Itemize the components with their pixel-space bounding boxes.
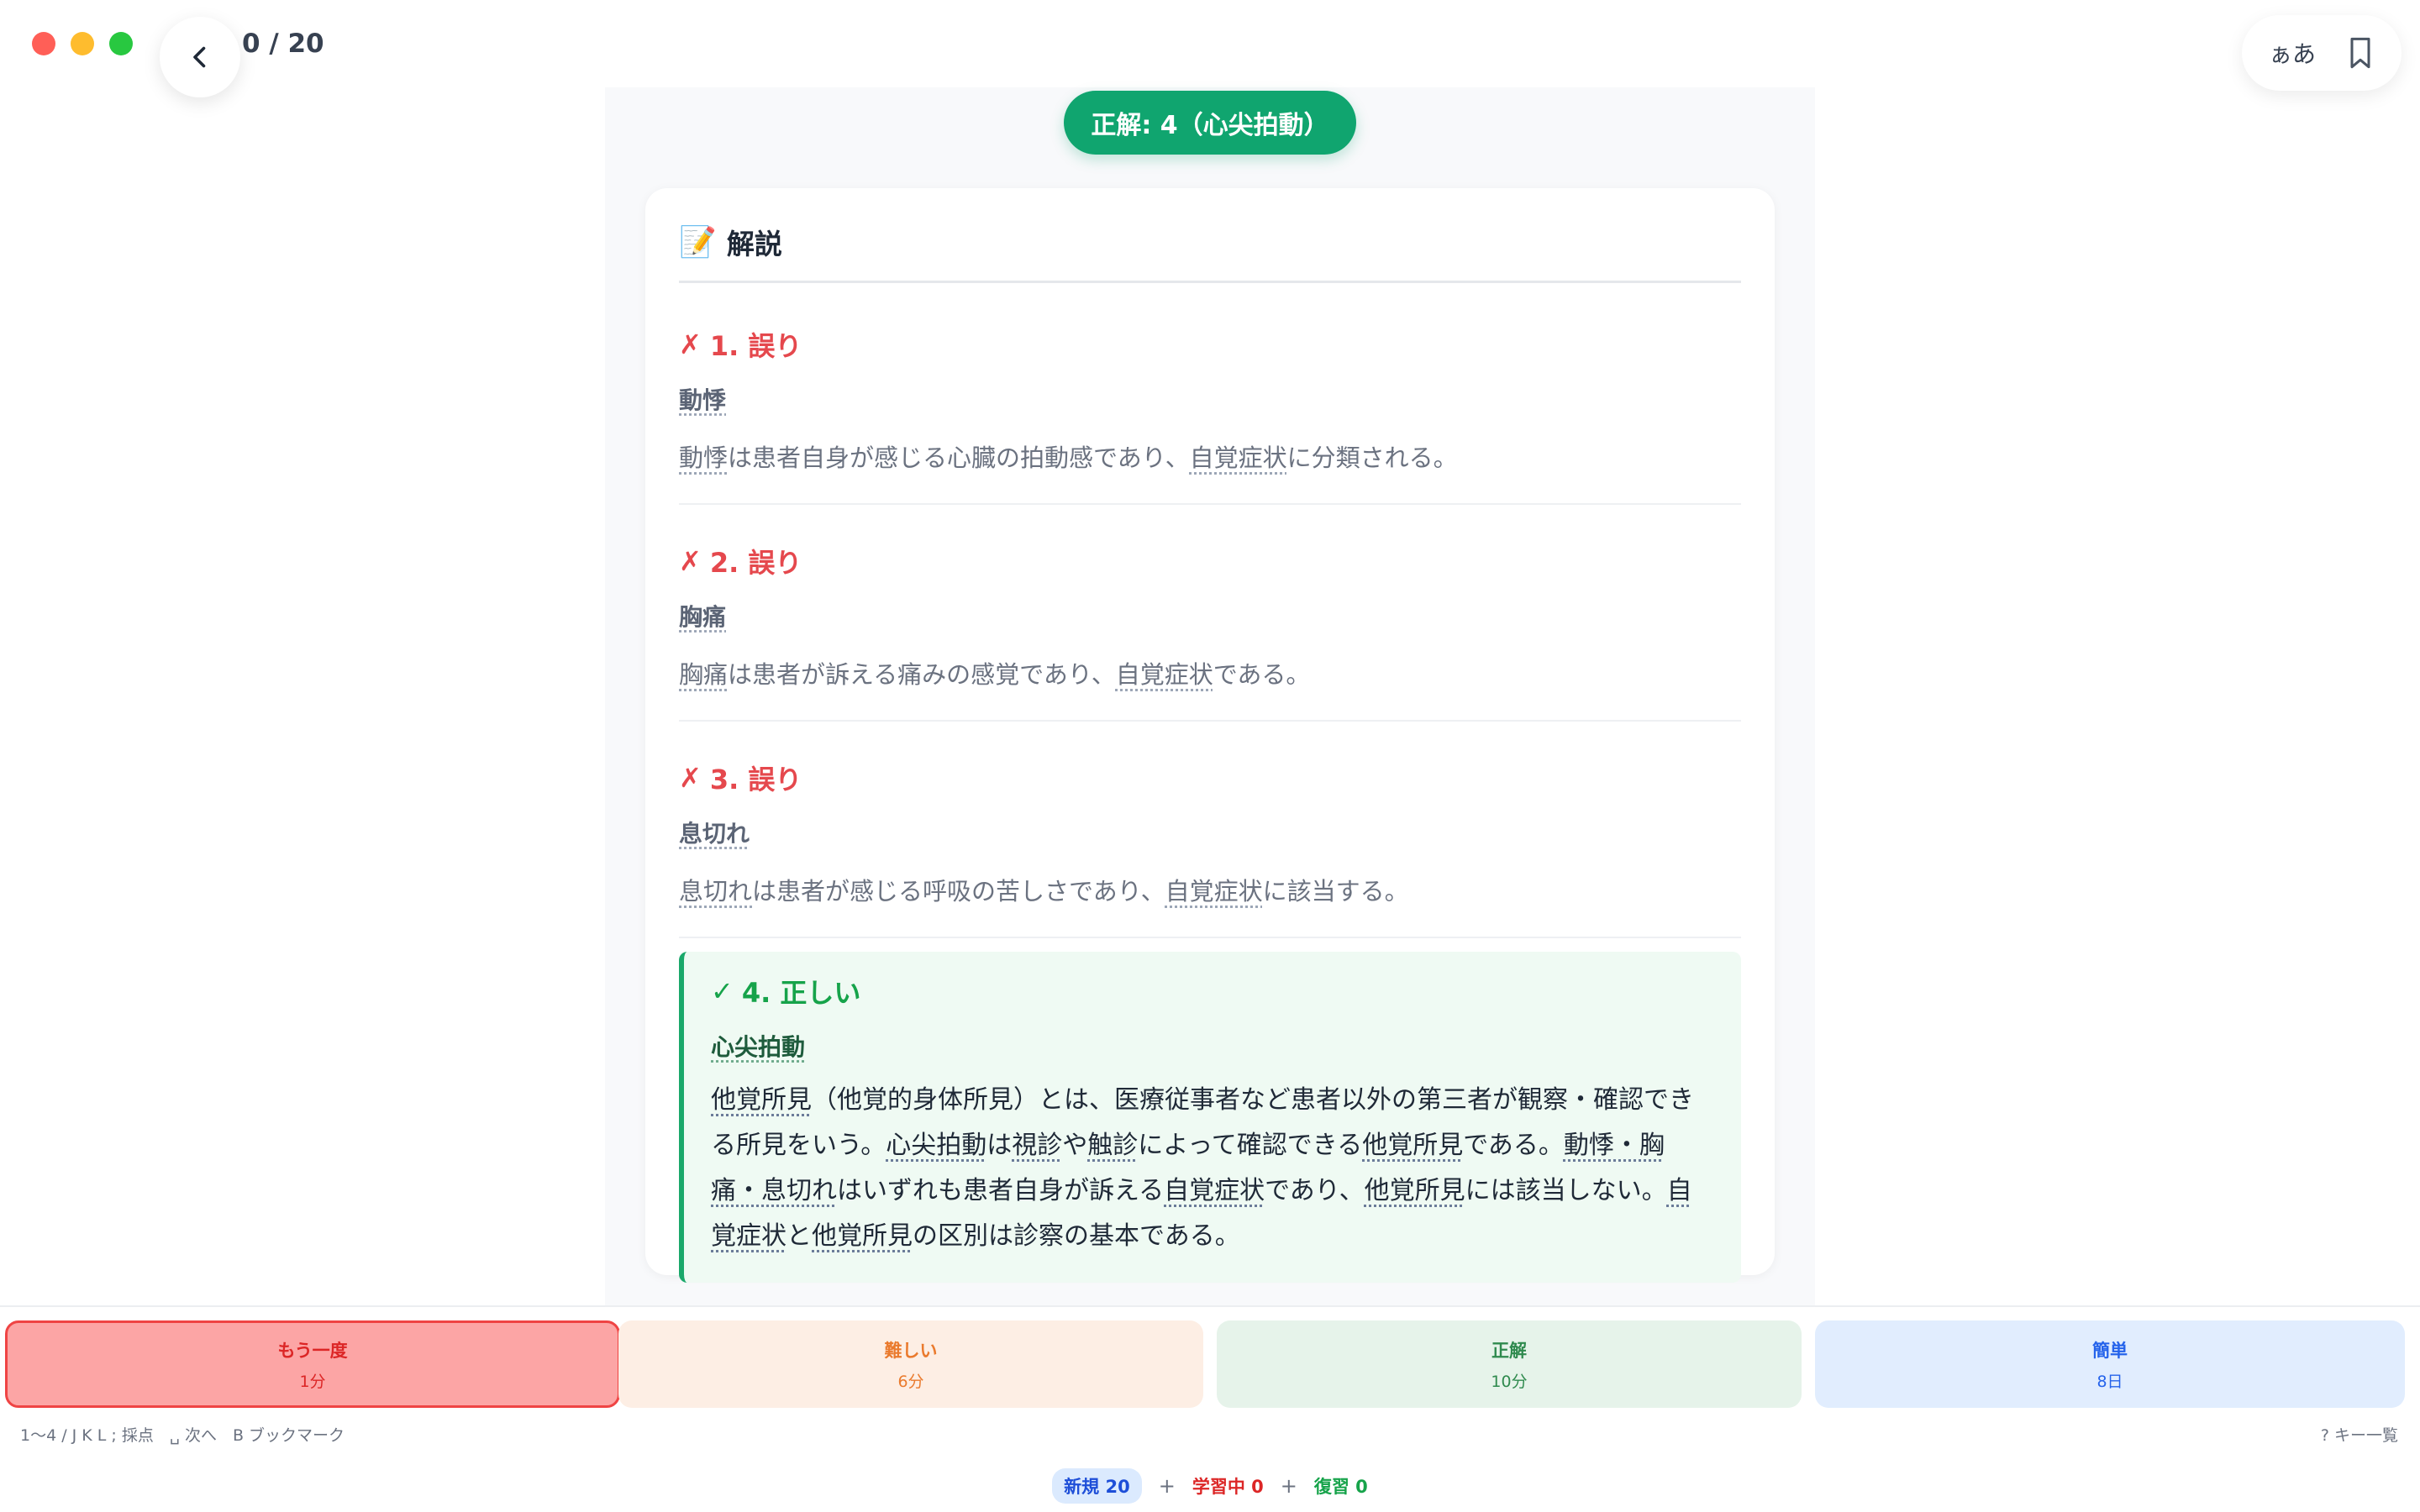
close-window-button[interactable] — [32, 32, 55, 55]
plus-separator: + — [1158, 1474, 1176, 1498]
rate-hard-label: 難しい — [884, 1340, 938, 1361]
option-label: 3. 誤り — [709, 764, 802, 795]
glossary-term-link[interactable]: 触診 — [1087, 1131, 1138, 1160]
glossary-term-link[interactable]: 心尖拍動 — [886, 1131, 986, 1160]
progress-counter: 0 / 20 — [242, 29, 324, 59]
description-text: の区別は診察の基本である。 — [913, 1221, 1240, 1251]
option-term[interactable]: 胸痛 — [679, 599, 1741, 633]
cross-icon: ✗ — [679, 545, 702, 577]
rate-good-button[interactable]: 正解 10分 — [1217, 1320, 1802, 1408]
option-label: 2. 誤り — [709, 547, 802, 579]
back-button[interactable] — [160, 17, 240, 97]
glossary-term-link[interactable]: 息切れ — [679, 877, 752, 906]
correct-option: ✓ 4. 正しい 心尖拍動 他覚所見（他覚的身体所見）とは、医療従事者など患者以… — [679, 952, 1741, 1283]
description-text: に分類される。 — [1286, 444, 1458, 472]
glossary-term-link[interactable]: 自覚症状 — [1164, 1176, 1265, 1205]
option-header: ✗ 3. 誤り — [679, 759, 1741, 797]
rate-easy-interval: 8日 — [2096, 1372, 2123, 1391]
description-text: は患者自身が感じる心臓の拍動感であり、 — [728, 444, 1190, 472]
description-text: によって確認できる — [1138, 1131, 1363, 1160]
explanation-header: 📝 解説 — [679, 222, 1741, 283]
correct-option-term: 心尖拍動 — [711, 1033, 806, 1061]
option-description: 胸痛は患者が訴える痛みの感覚であり、自覚症状である。 — [679, 656, 1741, 693]
rate-again-button[interactable]: もう一度 1分 — [5, 1320, 620, 1408]
option-header: ✗ 2. 誤り — [679, 542, 1741, 580]
font-toggle-button[interactable]: ぁあ — [2269, 36, 2316, 70]
rate-hard-interval: 6分 — [897, 1372, 924, 1391]
glossary-term-link[interactable]: 他覚所見 — [1362, 1131, 1463, 1160]
option-list: ✗ 1. 誤り 動悸 動悸は患者自身が感じる心臓の拍動感であり、自覚症状に分類される。… — [679, 283, 1741, 938]
card-counts: 新規 20 + 学習中 0 + 復習 0 — [0, 1468, 2420, 1504]
description-text: は患者が訴える痛みの感覚であり、 — [728, 660, 1116, 689]
option-1: ✗ 1. 誤り 動悸 動悸は患者自身が感じる心臓の拍動感であり、自覚症状に分類される。 — [679, 283, 1741, 505]
glossary-term-link[interactable]: 自覚症状 — [1116, 660, 1213, 689]
cross-icon: ✗ — [679, 762, 702, 794]
option-2: ✗ 2. 誤り 胸痛 胸痛は患者が訴える痛みの感覚であり、自覚症状である。 — [679, 505, 1741, 722]
rate-easy-label: 簡単 — [2092, 1340, 2128, 1361]
rate-easy-button[interactable]: 簡単 8日 — [1815, 1320, 2405, 1408]
glossary-term-link[interactable]: 視診 — [1012, 1131, 1062, 1160]
correct-answer-badge: 正解: 4（心尖拍動） — [1064, 91, 1356, 155]
glossary-term-link[interactable]: 動悸 — [679, 444, 728, 472]
description-text: である。 — [1213, 660, 1311, 689]
rating-bar: もう一度 1分 難しい 6分 正解 10分 簡単 8日 — [5, 1320, 2415, 1408]
window-controls — [32, 32, 133, 55]
glossary-term-link[interactable]: 自覚症状 — [1165, 877, 1263, 906]
bottom-divider — [0, 1305, 2420, 1307]
description-text: や — [1062, 1131, 1088, 1160]
minimize-window-button[interactable] — [71, 32, 94, 55]
plus-separator: + — [1280, 1474, 1297, 1498]
check-icon: ✓ — [711, 975, 734, 1007]
description-text: と — [786, 1221, 812, 1251]
memo-icon: 📝 — [679, 225, 717, 260]
option-description: 動悸は患者自身が感じる心臓の拍動感であり、自覚症状に分類される。 — [679, 439, 1741, 476]
top-right-controls: ぁあ — [2242, 15, 2402, 91]
glossary-term-link[interactable]: 他覚所見 — [812, 1221, 913, 1251]
explanation-title: 解説 — [726, 228, 782, 260]
maximize-window-button[interactable] — [109, 32, 133, 55]
explanation-card: 📝 解説 ✗ 1. 誤り 動悸 動悸は患者自身が感じる心臓の拍動感であり、自覚症状に分… — [645, 188, 1775, 1283]
new-count: 新規 20 — [1052, 1468, 1142, 1504]
option-3: ✗ 3. 誤り 息切れ 息切れは患者が感じる呼吸の苦しさであり、自覚症状に該当する。 — [679, 722, 1741, 938]
glossary-term-link[interactable]: 自覚症状 — [1190, 444, 1287, 472]
description-text: は — [986, 1131, 1013, 1160]
glossary-term-link[interactable]: 他覚所見 — [1365, 1176, 1465, 1205]
review-count: 復習 0 — [1313, 1477, 1368, 1497]
option-label: 1. 誤り — [709, 330, 802, 362]
bookmark-icon — [2350, 37, 2370, 69]
description-text: であり、 — [1265, 1176, 1365, 1205]
rate-again-label: もう一度 — [277, 1340, 348, 1361]
learning-count: 学習中 0 — [1192, 1477, 1264, 1497]
bookmark-button[interactable] — [2346, 36, 2375, 70]
chevron-left-icon — [193, 46, 206, 68]
description-text: である。 — [1463, 1131, 1564, 1160]
cross-icon: ✗ — [679, 328, 702, 360]
key-list-link[interactable]: ? キー一覧 — [2321, 1423, 2398, 1446]
glossary-term-link[interactable]: 胸痛 — [679, 660, 728, 689]
option-description: 息切れは患者が感じる呼吸の苦しさであり、自覚症状に該当する。 — [679, 873, 1741, 910]
correct-option-header: ✓ 4. 正しい — [711, 972, 1711, 1011]
rate-again-interval: 1分 — [299, 1372, 326, 1391]
correct-option-description: 他覚所見（他覚的身体所見）とは、医療従事者など患者以外の第三者が観察・確認できる… — [711, 1078, 1711, 1259]
description-text: には該当しない。 — [1465, 1176, 1667, 1205]
description-text: に該当する。 — [1262, 877, 1409, 906]
option-term[interactable]: 動悸 — [679, 382, 1741, 416]
rate-hard-button[interactable]: 難しい 6分 — [618, 1320, 1203, 1408]
glossary-term-link[interactable]: 他覚所見 — [711, 1085, 812, 1115]
description-text: は患者が感じる呼吸の苦しさであり、 — [752, 877, 1165, 906]
option-header: ✗ 1. 誤り — [679, 325, 1741, 364]
option-term[interactable]: 息切れ — [679, 816, 1741, 849]
correct-option-label: 4. 正しい — [741, 977, 861, 1009]
rate-good-interval: 10分 — [1491, 1372, 1528, 1391]
shortcut-hint: 1〜4 / J K L ; 採点 ␣ 次へ B ブックマーク — [20, 1426, 345, 1445]
description-text: はいずれも患者自身が訴える — [837, 1176, 1165, 1205]
rate-good-label: 正解 — [1491, 1340, 1527, 1361]
